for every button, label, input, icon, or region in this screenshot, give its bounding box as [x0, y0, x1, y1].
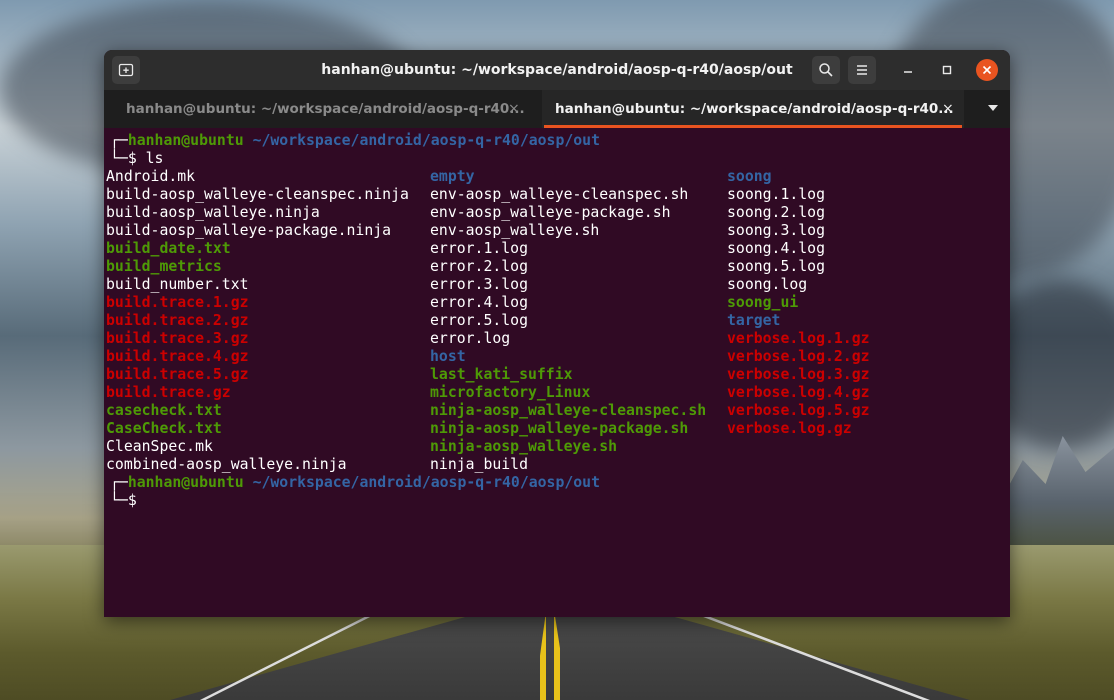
ls-entry: last_kati_suffix	[430, 366, 573, 383]
terminal-output[interactable]: ┌─hanhan@ubuntu ~/workspace/android/aosp…	[104, 128, 1010, 617]
ls-entry: build_metrics	[106, 258, 222, 275]
ls-entry: verbose.log.4.gz	[727, 384, 870, 401]
ls-entry: build.trace.2.gz	[106, 312, 249, 329]
ls-entry: soong.1.log	[727, 186, 825, 203]
ls-entry: combined-aosp_walleye.ninja	[106, 456, 347, 473]
chevron-down-icon	[988, 105, 998, 111]
ls-entry: error.4.log	[430, 294, 528, 311]
ls-entry: soong_ui	[727, 294, 799, 311]
ls-entry: env-aosp_walleye-cleanspec.sh	[430, 186, 689, 203]
ls-entry: build-aosp_walleye-cleanspec.ninja	[106, 186, 409, 203]
ls-entry: soong.4.log	[727, 240, 825, 257]
search-button[interactable]	[812, 56, 840, 84]
ls-entry: soong	[727, 168, 772, 185]
prompt-user: hanhan@ubuntu	[127, 132, 244, 149]
ls-entry: error.3.log	[430, 276, 528, 293]
ls-entry: error.5.log	[430, 312, 528, 329]
command-line-2: └─$	[110, 492, 137, 510]
tab-1[interactable]: hanhan@ubuntu: ~/workspace/android/aosp-…	[104, 90, 542, 128]
ls-entry: empty	[430, 168, 475, 185]
ls-entry: build.trace.gz	[106, 384, 231, 401]
ls-entry: build.trace.3.gz	[106, 330, 249, 347]
hamburger-menu-icon	[857, 65, 867, 75]
ls-entry: verbose.log.2.gz	[727, 348, 870, 365]
ls-entry: target	[727, 312, 781, 329]
ls-entry: CaseCheck.txt	[106, 420, 222, 437]
ls-entry: verbose.log.5.gz	[727, 402, 870, 419]
ls-entry: soong.log	[727, 276, 808, 293]
command-line-1: └─$ ls	[110, 150, 163, 168]
tab-2-close-icon[interactable]: ×	[942, 90, 954, 128]
tab-1-close-icon[interactable]: ×	[508, 90, 520, 128]
prompt-corner-bottom: └─	[110, 150, 128, 167]
ls-entry: ninja-aosp_walleye.sh	[430, 438, 618, 455]
close-icon	[982, 65, 992, 75]
ls-entry: build_date.txt	[106, 240, 231, 257]
ls-entry: error.2.log	[430, 258, 528, 275]
tab-list-menu-button[interactable]	[976, 90, 1010, 128]
ls-entry: soong.2.log	[727, 204, 825, 221]
menu-button[interactable]	[848, 56, 876, 84]
search-icon	[819, 63, 833, 77]
maximize-icon	[942, 65, 952, 75]
ls-entry: build.trace.4.gz	[106, 348, 249, 365]
tab-1-label: hanhan@ubuntu: ~/workspace/android/aosp-…	[126, 101, 525, 117]
prompt-path: ~/workspace/android/aosp-q-r40/aosp/out	[252, 132, 600, 149]
prompt-corner-top: ┌─	[110, 474, 128, 491]
ls-entry: Android.mk	[106, 168, 196, 185]
tab-bar: hanhan@ubuntu: ~/workspace/android/aosp-…	[104, 90, 1010, 128]
ls-entry: build.trace.1.gz	[106, 294, 249, 311]
ls-entry: verbose.log.3.gz	[727, 366, 870, 383]
tab-2[interactable]: hanhan@ubuntu: ~/workspace/android/aosp-…	[542, 90, 964, 128]
ls-entry: error.1.log	[430, 240, 528, 257]
prompt-corner-bottom: └─	[110, 492, 128, 509]
command-text: $ ls	[127, 150, 164, 167]
ls-entry: verbose.log.1.gz	[727, 330, 870, 347]
ls-entry: host	[430, 348, 466, 365]
prompt-corner-top: ┌─	[110, 132, 128, 149]
ls-entry: ninja-aosp_walleye-package.sh	[430, 420, 689, 437]
ls-entry: CleanSpec.mk	[106, 438, 213, 455]
minimize-icon	[904, 71, 912, 73]
ls-entry: ninja-aosp_walleye-cleanspec.sh	[430, 402, 707, 419]
ls-entry: microfactory_Linux	[430, 384, 591, 401]
ls-entry: ninja_build	[430, 456, 528, 473]
ls-entry: build-aosp_walleye-package.ninja	[106, 222, 392, 239]
ls-entry: soong.5.log	[727, 258, 825, 275]
ls-entry: build-aosp_walleye.ninja	[106, 204, 320, 221]
close-button[interactable]	[976, 59, 998, 81]
ls-entry: casecheck.txt	[106, 402, 222, 419]
prompt-path: ~/workspace/android/aosp-q-r40/aosp/out	[252, 474, 600, 491]
maximize-button[interactable]	[933, 56, 961, 84]
title-bar[interactable]: hanhan@ubuntu: ~/workspace/android/aosp-…	[104, 50, 1010, 91]
ls-entry: soong.3.log	[727, 222, 825, 239]
ls-entry: error.log	[430, 330, 511, 347]
prompt-line-1: ┌─hanhan@ubuntu ~/workspace/android/aosp…	[110, 132, 600, 150]
terminal-window: hanhan@ubuntu: ~/workspace/android/aosp-…	[104, 50, 1010, 617]
ls-entry: verbose.log.gz	[727, 420, 852, 437]
prompt-dollar: $	[127, 492, 137, 509]
tab-2-label: hanhan@ubuntu: ~/workspace/android/aosp-…	[555, 101, 954, 117]
ls-entry: build.trace.5.gz	[106, 366, 249, 383]
ls-entry: build_number.txt	[106, 276, 249, 293]
new-tab-button[interactable]	[112, 56, 140, 84]
ls-entry: env-aosp_walleye-package.sh	[430, 204, 671, 221]
ls-entry: env-aosp_walleye.sh	[430, 222, 600, 239]
minimize-button[interactable]	[894, 56, 922, 84]
prompt-user: hanhan@ubuntu	[127, 474, 244, 491]
new-tab-icon	[118, 63, 134, 77]
prompt-line-2: ┌─hanhan@ubuntu ~/workspace/android/aosp…	[110, 474, 600, 492]
